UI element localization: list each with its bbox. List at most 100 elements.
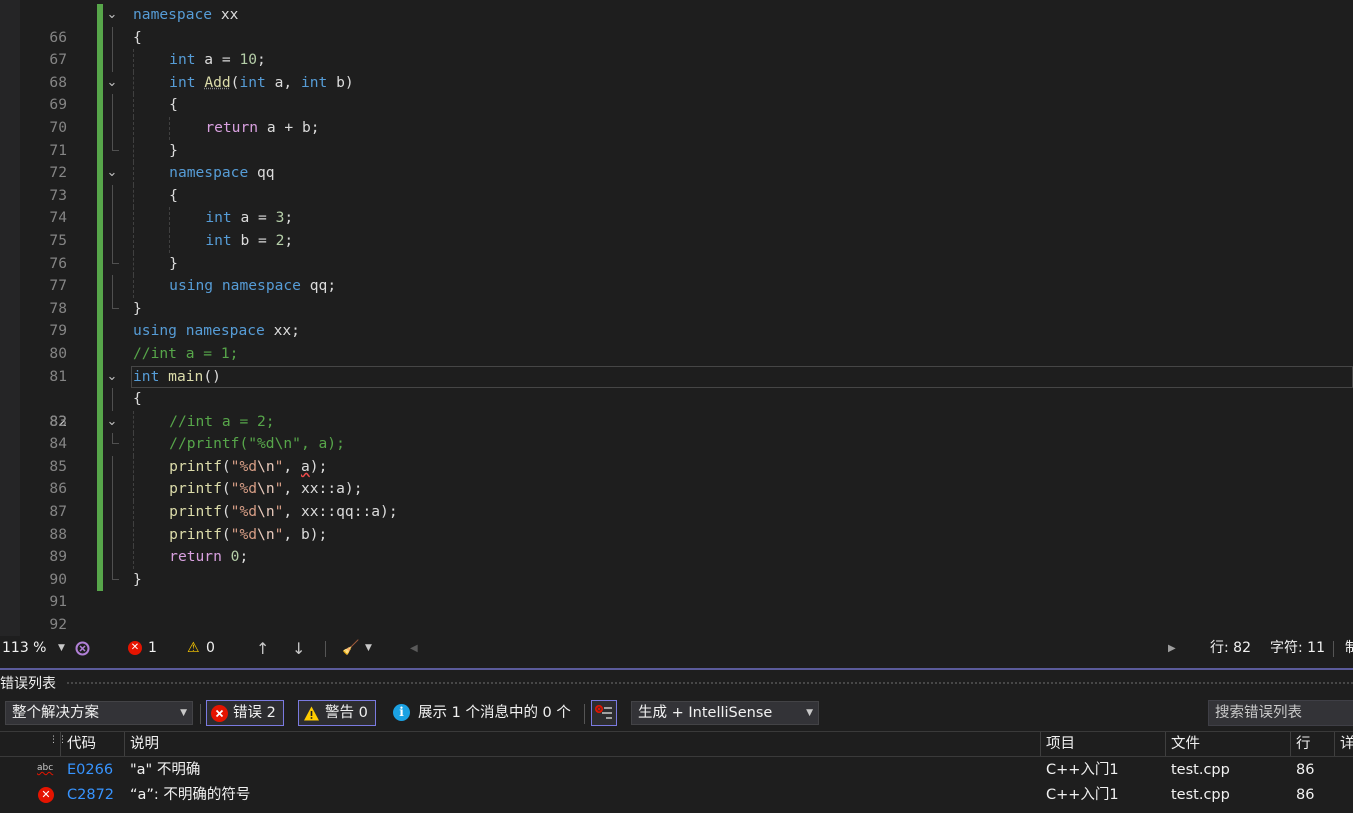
errors-filter-button[interactable]: 错误 2 bbox=[206, 700, 284, 726]
next-issue-icon[interactable]: ↓ bbox=[292, 637, 305, 660]
fold-guide bbox=[112, 501, 113, 524]
messages-filter-button[interactable]: i 展示 1 个消息中的 0 个 bbox=[388, 700, 571, 726]
line-ending-indicator[interactable]: 制 bbox=[1345, 637, 1353, 660]
code-line-77[interactable]: 77 } bbox=[0, 252, 1353, 294]
horizontal-scrollbar[interactable] bbox=[424, 643, 1164, 653]
code-line-92[interactable]: 92 bbox=[0, 591, 1353, 633]
column-separator[interactable] bbox=[1290, 732, 1291, 756]
code-line-91[interactable]: 91 } bbox=[0, 568, 1353, 610]
code-lines[interactable]: 66 ⌄ namespace xx 67 { 68 int a = 10; 69… bbox=[0, 4, 1353, 636]
column-detail[interactable]: 详 bbox=[1340, 732, 1353, 756]
change-indicator bbox=[97, 455, 103, 479]
column-line[interactable]: 行 bbox=[1296, 732, 1311, 756]
fold-guide bbox=[112, 455, 113, 479]
column-separator[interactable] bbox=[124, 732, 125, 756]
cleanup-dropdown-arrow-icon[interactable]: ▼ bbox=[365, 637, 372, 660]
warnings-filter-button[interactable]: 警告 0 bbox=[298, 700, 376, 726]
change-indicator bbox=[97, 297, 103, 321]
code-line-83[interactable]: 83 { bbox=[0, 388, 1353, 430]
code-line-82-current[interactable]: 82 ⌄ int main() bbox=[0, 365, 1353, 430]
collapse-chevron-icon[interactable]: ⌄ bbox=[105, 72, 119, 95]
error-code-link[interactable]: E0266 bbox=[67, 758, 113, 783]
build-source-dropdown[interactable]: 生成 + IntelliSense ▼ bbox=[631, 701, 819, 725]
code-line-88[interactable]: 88 printf("%d\n", xx::qq::a); bbox=[0, 501, 1353, 543]
code-line-90[interactable]: 90 return 0; bbox=[0, 546, 1353, 588]
change-indicator bbox=[97, 342, 103, 366]
column-file[interactable]: 文件 bbox=[1171, 732, 1200, 756]
code-line-75[interactable]: 75 int a = 3; bbox=[0, 207, 1353, 249]
collapse-chevron-icon[interactable]: ⌄ bbox=[105, 411, 119, 434]
column-separator[interactable] bbox=[1334, 732, 1335, 756]
code-line-70[interactable]: 70 { bbox=[0, 94, 1353, 136]
scroll-left-icon[interactable]: ◀ bbox=[410, 637, 418, 660]
code-line-81[interactable]: 81 //int a = 1; bbox=[0, 342, 1353, 385]
code-cleanup-brush-icon[interactable]: 🧹 bbox=[342, 637, 359, 660]
warning-count-icon[interactable]: ⚠ bbox=[187, 637, 200, 660]
scope-dropdown[interactable]: 整个解决方案 ▼ bbox=[5, 701, 193, 725]
error-count[interactable]: 1 bbox=[148, 637, 157, 660]
code-text: int b = 2; bbox=[133, 229, 293, 253]
code-line-79[interactable]: 79 } bbox=[0, 297, 1353, 339]
editor-status-bar: 113 % ▼ ✕ 1 ⚠ 0 ↑ ↓ 🧹 ▼ ◀ ▶ 行: 82 字符: 11… bbox=[0, 637, 1353, 660]
error-squiggle[interactable]: a bbox=[301, 458, 310, 475]
code-line-71[interactable]: 71 return a + b; bbox=[0, 116, 1353, 159]
column-separator[interactable] bbox=[60, 732, 61, 756]
fold-guide bbox=[112, 229, 113, 253]
code-line-73[interactable]: 73 ⌄ namespace qq bbox=[0, 162, 1353, 204]
column-code[interactable]: 代码 bbox=[67, 732, 96, 756]
panel-title[interactable]: 错误列表 bbox=[0, 673, 56, 695]
error-line: 86 bbox=[1296, 762, 1315, 778]
cursor-line[interactable]: 行: 82 bbox=[1210, 637, 1251, 660]
code-line-87[interactable]: 87 printf("%d\n", xx::a); bbox=[0, 478, 1353, 520]
code-line-80[interactable]: 80 using namespace xx; bbox=[0, 320, 1353, 362]
error-code-link[interactable]: C2872 bbox=[67, 783, 114, 808]
collapse-chevron-icon[interactable]: ⌄ bbox=[105, 4, 119, 27]
zoom-dropdown-arrow-icon[interactable]: ▼ bbox=[58, 637, 65, 660]
error-file: test.cpp bbox=[1171, 762, 1230, 778]
previous-issue-icon[interactable]: ↑ bbox=[256, 637, 269, 660]
code-editor[interactable]: 66 ⌄ namespace xx 67 { 68 int a = 10; 69… bbox=[0, 0, 1353, 636]
panel-drag-grip[interactable] bbox=[66, 681, 1353, 686]
code-health-icon[interactable] bbox=[74, 640, 91, 665]
column-project[interactable]: 项目 bbox=[1046, 732, 1075, 756]
code-line-68[interactable]: 68 int a = 10; bbox=[0, 49, 1353, 91]
error-list-search-input[interactable]: 搜索错误列表 bbox=[1208, 700, 1353, 726]
code-line-72[interactable]: 72 } bbox=[0, 139, 1353, 181]
warning-count[interactable]: 0 bbox=[206, 637, 215, 660]
code-line-84[interactable]: 84 ⌄ //int a = 2; bbox=[0, 410, 1353, 452]
code-line-69[interactable]: 69 ⌄ int Add(int a, int b) bbox=[0, 71, 1353, 113]
change-indicator bbox=[97, 94, 103, 117]
column-separator[interactable] bbox=[1165, 732, 1166, 756]
code-line-66[interactable]: 66 ⌄ namespace xx bbox=[0, 4, 1353, 46]
cursor-char[interactable]: 字符: 11 bbox=[1270, 637, 1325, 660]
code-line-67[interactable]: 67 { bbox=[0, 26, 1353, 68]
code-text: { bbox=[133, 390, 142, 408]
code-text: int Add(int a, int b) bbox=[133, 71, 354, 95]
column-description[interactable]: 说明 bbox=[130, 732, 159, 756]
sort-indicator-icon[interactable]: ⋮⋮ bbox=[49, 728, 67, 752]
code-line-76[interactable]: 76 int b = 2; bbox=[0, 229, 1353, 272]
code-line-93[interactable]: 93 bbox=[0, 614, 1353, 636]
code-line-85[interactable]: 85 //printf("%d\n", a); bbox=[0, 433, 1353, 475]
collapse-chevron-icon[interactable]: ⌄ bbox=[105, 366, 119, 389]
zoom-level[interactable]: 113 % bbox=[2, 637, 46, 660]
code-text: using namespace qq; bbox=[133, 275, 336, 298]
error-row[interactable]: ✕ C2872 “a”: 不明确的符号 C++入门1 test.cpp 86 bbox=[0, 783, 1353, 808]
toolbar-separator bbox=[200, 704, 201, 724]
filter-toggle-button[interactable] bbox=[591, 700, 617, 726]
fold-guide bbox=[112, 184, 113, 208]
code-text: printf("%d\n", xx::qq::a); bbox=[133, 501, 398, 524]
column-separator[interactable] bbox=[1040, 732, 1041, 756]
collapse-chevron-icon[interactable]: ⌄ bbox=[105, 162, 119, 185]
fold-guide bbox=[112, 388, 113, 411]
code-line-78[interactable]: 78 using namespace qq; bbox=[0, 275, 1353, 317]
change-indicator bbox=[97, 546, 103, 569]
error-row[interactable]: abc E0266 "a" 不明确 C++入门1 test.cpp 86 bbox=[0, 758, 1353, 783]
code-line-86[interactable]: 86 printf("%d\n", a); bbox=[0, 455, 1353, 497]
code-line-74[interactable]: 74 { bbox=[0, 184, 1353, 226]
scroll-right-icon[interactable]: ▶ bbox=[1168, 637, 1176, 660]
code-line-89[interactable]: 89 printf("%d\n", b); bbox=[0, 523, 1353, 565]
error-list-toolbar: 整个解决方案 ▼ 错误 2 警告 0 i 展示 1 个消息中的 0 个 生成 +… bbox=[0, 698, 1353, 730]
change-indicator bbox=[97, 229, 103, 253]
search-placeholder: 搜索错误列表 bbox=[1215, 705, 1302, 721]
